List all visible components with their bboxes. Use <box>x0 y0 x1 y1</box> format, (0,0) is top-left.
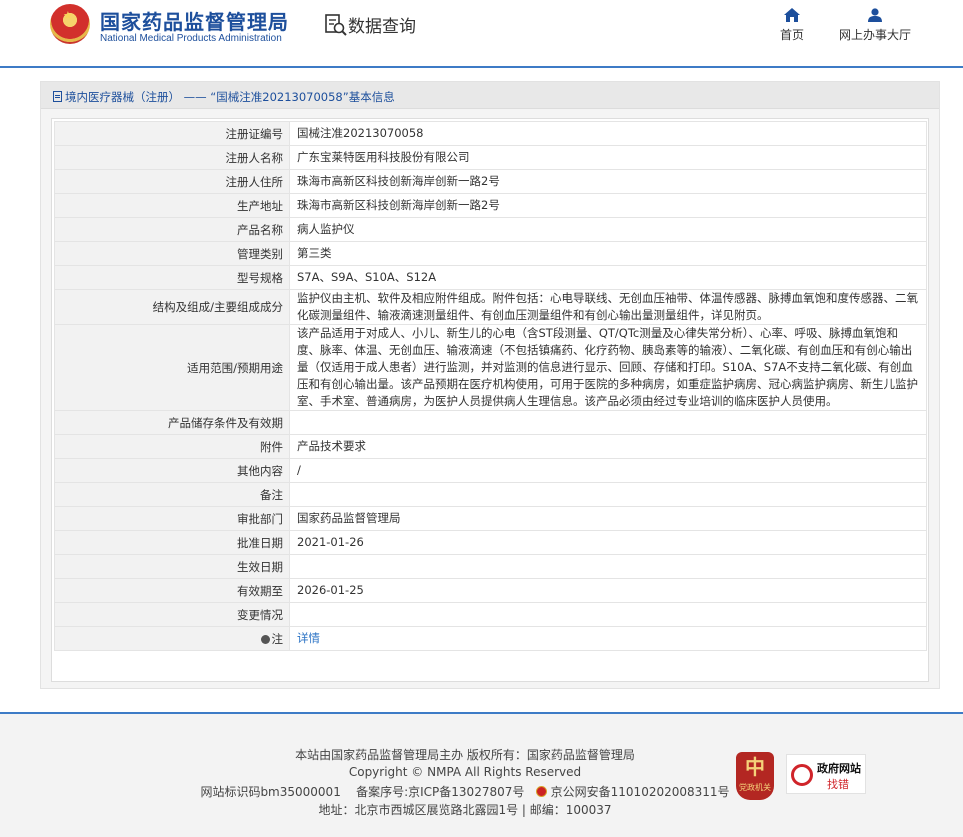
row-value: 病人监护仪 <box>289 217 927 242</box>
row-label: 注册人住所 <box>54 169 290 194</box>
brand-title-cn[interactable]: 国家药品监督管理局 <box>100 6 289 35</box>
table-row: 变更情况 <box>54 602 927 627</box>
row-value: / <box>289 458 927 483</box>
table-row: 结构及组成/主要组成成分 监护仪由主机、软件及相应附件组成。附件包括：心电导联线、… <box>54 289 927 325</box>
note-value-cell: 详情 <box>289 626 927 651</box>
row-label: 审批部门 <box>54 506 290 531</box>
row-label: 结构及组成/主要组成成分 <box>54 289 290 325</box>
footer-police-link[interactable]: 京公网安备11010202008311号 <box>551 785 730 799</box>
nav-online-office[interactable]: 网上办事大厅 <box>830 8 920 43</box>
table-row: 管理类别 第三类 <box>54 241 927 266</box>
badge-glyph: 中 <box>745 755 765 779</box>
table-row: 其他内容 / <box>54 458 927 483</box>
nav-home-label: 首页 <box>779 28 804 42</box>
site-footer: 本站由国家药品监督管理局主办 版权所有：国家药品监督管理局 Copyright … <box>0 712 963 837</box>
row-value: S7A、S9A、S10A、S12A <box>289 265 927 290</box>
row-label: 注册证编号 <box>54 121 290 146</box>
table-row: 有效期至 2026-01-25 <box>54 578 927 603</box>
note-label-cell: 注 <box>54 626 290 651</box>
row-label: 管理类别 <box>54 241 290 266</box>
table-row: 备注 <box>54 482 927 507</box>
nav-online-office-label: 网上办事大厅 <box>838 28 911 42</box>
row-label: 其他内容 <box>54 458 290 483</box>
row-label: 批准日期 <box>54 530 290 555</box>
star-icon: ★ <box>63 9 73 22</box>
note-icon <box>260 634 270 644</box>
footer-icp-link[interactable]: 备案序号:京ICP备13027807号 <box>356 785 524 799</box>
row-value: 第三类 <box>289 241 927 266</box>
footer-site-id: 网站标识码bm35000001 <box>200 785 341 799</box>
national-emblem-logo[interactable]: ★ <box>50 4 90 44</box>
detail-content[interactable]: 注册证编号 国械注准20213070058 注册人名称 广东宝莱特医用科技股份有限公… <box>51 118 929 682</box>
row-value: 珠海市高新区科技创新海岸创新一路2号 <box>289 193 927 218</box>
details-link[interactable]: 详情 <box>297 631 320 645</box>
document-icon <box>53 91 62 102</box>
row-value: 该产品适用于对成人、小儿、新生儿的心电（含ST段测量、QT/QTc测量及心律失常… <box>289 324 927 411</box>
row-label: 产品名称 <box>54 217 290 242</box>
badge-jc-label: 党政机关 <box>739 783 771 792</box>
row-value: 2026-01-25 <box>289 578 927 603</box>
row-label: 备注 <box>54 482 290 507</box>
table-row: 型号规格 S7A、S9A、S10A、S12A <box>54 265 927 290</box>
table-row: 注册人住所 珠海市高新区科技创新海岸创新一路2号 <box>54 169 927 194</box>
breadcrumb-bar: 境内医疗器械（注册） —— “国械注准20213070058”基本信息 <box>41 82 939 109</box>
row-label: 生效日期 <box>54 554 290 579</box>
registration-detail-table: 注册证编号 国械注准20213070058 注册人名称 广东宝莱特医用科技股份有限公… <box>54 121 927 651</box>
table-row: 附件 产品技术要求 <box>54 434 927 459</box>
row-label: 变更情况 <box>54 602 290 627</box>
table-row: 产品名称 病人监护仪 <box>54 217 927 242</box>
table-row: 生产地址 珠海市高新区科技创新海岸创新一路2号 <box>54 193 927 218</box>
row-value: 产品技术要求 <box>289 434 927 459</box>
brand-title-en[interactable]: National Medical Products Administration <box>100 33 282 44</box>
row-value: 监护仪由主机、软件及相应附件组成。附件包括：心电导联线、无创血压袖带、体温传感器… <box>289 289 927 325</box>
nav-home[interactable]: 首页 <box>747 8 837 43</box>
row-value: 2021-01-26 <box>289 530 927 555</box>
row-label: 适用范围/预期用途 <box>54 324 290 411</box>
row-value: 国家药品监督管理局 <box>289 506 927 531</box>
row-value <box>289 482 927 507</box>
data-query-title: 数据查询 <box>348 17 416 37</box>
row-label: 型号规格 <box>54 265 290 290</box>
table-row: 生效日期 <box>54 554 927 579</box>
row-label: 生产地址 <box>54 193 290 218</box>
breadcrumb-text: 境内医疗器械（注册） —— “国械注准20213070058”基本信息 <box>65 90 395 104</box>
row-value: 国械注准20213070058 <box>289 121 927 146</box>
row-value: 广东宝莱特医用科技股份有限公司 <box>289 145 927 170</box>
footer-address: 地址：北京市西城区展览路北露园1号 | 邮编：100037 <box>318 803 612 817</box>
row-label: 产品储存条件及有效期 <box>54 410 290 435</box>
gov-site-error-report-badge[interactable]: 政府网站 找错 <box>786 754 866 794</box>
police-badge-icon <box>535 786 547 797</box>
table-row: 注 详情 <box>54 626 927 651</box>
table-row: 注册人名称 广东宝莱特医用科技股份有限公司 <box>54 145 927 170</box>
row-value <box>289 602 927 627</box>
table-row: 适用范围/预期用途 该产品适用于对成人、小儿、新生儿的心电（含ST段测量、QT/Q… <box>54 324 927 411</box>
table-row: 产品储存条件及有效期 <box>54 410 927 435</box>
magnifier-icon <box>791 764 813 786</box>
party-government-badge[interactable]: 中 党政机关 <box>736 752 774 800</box>
detail-panel: 境内医疗器械（注册） —— “国械注准20213070058”基本信息 注册证编… <box>40 81 940 689</box>
data-query-icon <box>325 14 347 36</box>
table-row: 审批部门 国家药品监督管理局 <box>54 506 927 531</box>
breadcrumb: 境内医疗器械（注册） —— “国械注准20213070058”基本信息 <box>53 89 395 105</box>
site-header: ★ 国家药品监督管理局 National Medical Products Ad… <box>0 0 963 68</box>
row-label: 注册人名称 <box>54 145 290 170</box>
note-label: 注 <box>271 631 284 646</box>
user-icon <box>868 8 882 22</box>
row-label: 有效期至 <box>54 578 290 603</box>
row-value: 珠海市高新区科技创新海岸创新一路2号 <box>289 169 927 194</box>
table-row: 注册证编号 国械注准20213070058 <box>54 121 927 146</box>
row-value <box>289 410 927 435</box>
badge-zf-action: 找错 <box>827 778 849 791</box>
row-label: 附件 <box>54 434 290 459</box>
table-row: 批准日期 2021-01-26 <box>54 530 927 555</box>
row-value <box>289 554 927 579</box>
badge-zf-title: 政府网站 <box>817 762 861 775</box>
home-icon <box>784 8 800 22</box>
